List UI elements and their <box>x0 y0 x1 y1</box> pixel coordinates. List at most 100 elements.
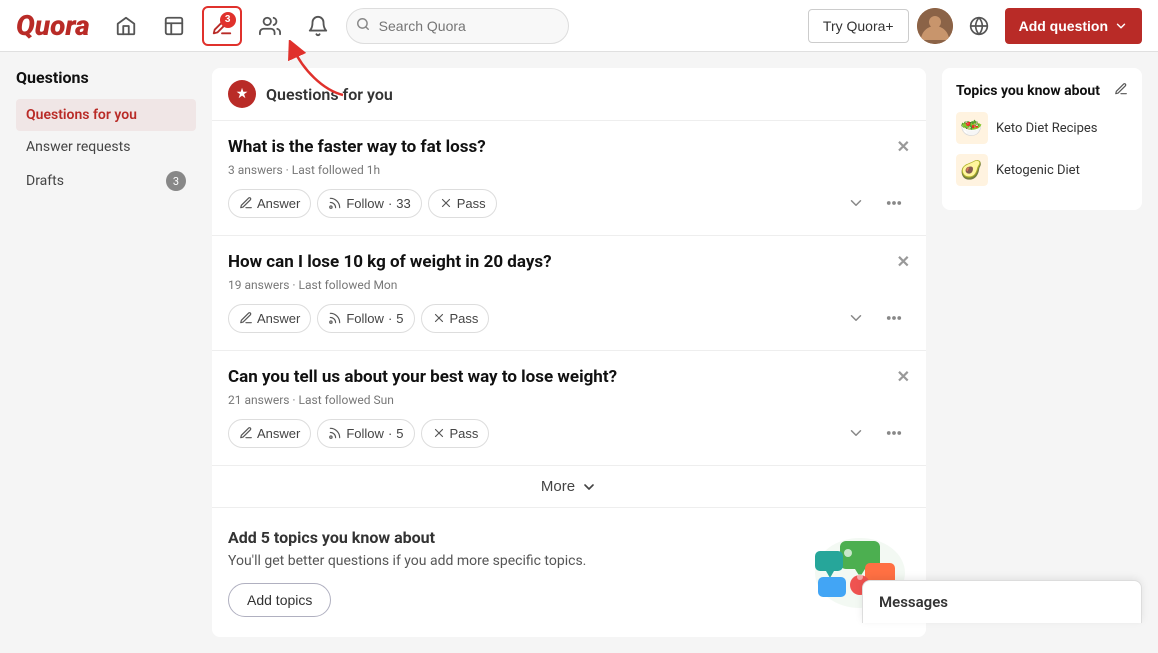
answer-button-3[interactable]: Answer <box>228 419 311 448</box>
question-title-3: Can you tell us about your best way to l… <box>228 367 910 387</box>
topic-item-2[interactable]: 🥑 Ketogenic Diet <box>956 154 1128 186</box>
panel-title: Topics you know about <box>956 82 1128 100</box>
question-actions-2: Answer Follow · 5 Pass <box>228 302 910 334</box>
downvote-button-2[interactable] <box>840 302 872 334</box>
more-section: More <box>212 466 926 508</box>
main-layout: Questions Questions for you Answer reque… <box>0 52 1158 653</box>
add-topics-card: Add 5 topics you know about You'll get b… <box>212 508 926 637</box>
question-meta-1: 3 answers · Last followed 1h <box>228 163 910 177</box>
close-button-1[interactable]: ✕ <box>897 137 910 156</box>
sidebar-item-label: Answer requests <box>26 139 130 155</box>
write-nav-button[interactable]: 3 <box>202 6 242 46</box>
more-dots-icon <box>885 194 903 212</box>
answer-nav-button[interactable] <box>154 6 194 46</box>
svg-text:🥑: 🥑 <box>960 158 982 181</box>
answer-button-2[interactable]: Answer <box>228 304 311 333</box>
downvote-icon <box>847 424 865 442</box>
pass-icon <box>432 311 446 325</box>
follow-number-1: 33 <box>396 196 410 211</box>
messages-label: Messages <box>879 593 948 611</box>
downvote-button-3[interactable] <box>840 417 872 449</box>
pass-button-1[interactable]: Pass <box>428 189 497 218</box>
question-title-2: How can I lose 10 kg of weight in 20 day… <box>228 252 910 272</box>
follow-sep-3: · <box>388 426 392 441</box>
more-options-button-3[interactable] <box>878 417 910 449</box>
more-label: More <box>541 478 575 495</box>
follow-icon <box>328 311 342 325</box>
downvote-icon <box>847 194 865 212</box>
questions-star-icon: ★ <box>228 80 256 108</box>
more-options-button-2[interactable] <box>878 302 910 334</box>
sidebar-item-drafts[interactable]: Drafts 3 <box>16 163 196 199</box>
question-meta-2: 19 answers · Last followed Mon <box>228 278 910 292</box>
pass-button-2[interactable]: Pass <box>421 304 490 333</box>
question-card-1: What is the faster way to fat loss? ✕ 3 … <box>212 121 926 236</box>
question-title-1: What is the faster way to fat loss? ✕ <box>228 137 910 157</box>
topic-name-2: Ketogenic Diet <box>996 163 1080 178</box>
sidebar: Questions Questions for you Answer reque… <box>16 68 196 637</box>
language-button[interactable] <box>961 8 997 44</box>
messages-panel[interactable]: Messages <box>862 580 1142 623</box>
more-options-button-1[interactable] <box>878 187 910 219</box>
question-card-2: How can I lose 10 kg of weight in 20 day… <box>212 236 926 351</box>
navbar: Quora 3 <box>0 0 1158 52</box>
answer-icon <box>239 196 253 210</box>
close-button-3[interactable]: ✕ <box>897 367 910 386</box>
people-nav-button[interactable] <box>250 6 290 46</box>
chevron-down-icon <box>581 479 597 495</box>
topic-name-1: Keto Diet Recipes <box>996 121 1098 136</box>
question-actions-3: Answer Follow · 5 Pass <box>228 417 910 449</box>
follow-button-1[interactable]: Follow · 33 <box>317 189 421 218</box>
question-card-3: Can you tell us about your best way to l… <box>212 351 926 466</box>
avatar[interactable] <box>917 8 953 44</box>
follow-number-3: 5 <box>396 426 403 441</box>
chevron-down-icon <box>1114 19 1128 33</box>
answer-icon <box>163 15 185 37</box>
sidebar-item-answer-requests[interactable]: Answer requests <box>16 131 196 163</box>
add-topics-text: Add 5 topics you know about You'll get b… <box>228 528 586 617</box>
topic-thumb-2: 🥑 <box>956 154 988 186</box>
add-question-button[interactable]: Add question <box>1005 8 1142 44</box>
topic-item-1[interactable]: 🥗 Keto Diet Recipes <box>956 112 1128 144</box>
add-topics-title: Add 5 topics you know about <box>228 528 586 547</box>
follow-button-3[interactable]: Follow · 5 <box>317 419 414 448</box>
follow-count-1: · <box>388 196 392 211</box>
pass-icon <box>432 426 446 440</box>
write-badge: 3 <box>220 12 236 28</box>
home-nav-button[interactable] <box>106 6 146 46</box>
more-button[interactable]: More <box>541 478 597 495</box>
questions-header: ★ Questions for you <box>212 68 926 121</box>
search-input[interactable] <box>346 8 569 44</box>
svg-text:🥗: 🥗 <box>960 118 982 139</box>
add-topics-button[interactable]: Add topics <box>228 583 331 617</box>
answer-icon <box>239 426 253 440</box>
main-content: ★ Questions for you What is the faster w… <box>212 68 926 637</box>
follow-sep-2: · <box>388 311 392 326</box>
sidebar-item-label: Drafts <box>26 173 64 189</box>
notifications-nav-button[interactable] <box>298 6 338 46</box>
people-icon <box>259 15 281 37</box>
edit-icon[interactable] <box>1114 82 1128 100</box>
panel-title-text: Topics you know about <box>956 83 1100 99</box>
quora-logo[interactable]: Quora <box>16 9 90 42</box>
follow-button-2[interactable]: Follow · 5 <box>317 304 414 333</box>
answer-icon <box>239 311 253 325</box>
downvote-icon <box>847 309 865 327</box>
sidebar-item-label: Questions for you <box>26 107 137 123</box>
more-dots-icon <box>885 424 903 442</box>
bell-icon <box>307 15 329 37</box>
globe-icon <box>969 16 989 36</box>
sidebar-title: Questions <box>16 68 196 87</box>
follow-number-2: 5 <box>396 311 403 326</box>
sidebar-item-questions-for-you[interactable]: Questions for you <box>16 99 196 131</box>
downvote-button-1[interactable] <box>840 187 872 219</box>
close-button-2[interactable]: ✕ <box>897 252 910 271</box>
questions-header-title: Questions for you <box>266 85 393 104</box>
pass-icon <box>439 196 453 210</box>
follow-icon <box>328 426 342 440</box>
pass-button-3[interactable]: Pass <box>421 419 490 448</box>
answer-button-1[interactable]: Answer <box>228 189 311 218</box>
add-question-label: Add question <box>1019 18 1108 34</box>
try-quora-button[interactable]: Try Quora+ <box>808 9 909 43</box>
right-panel: Topics you know about 🥗 Keto Diet Recipe… <box>942 68 1142 637</box>
